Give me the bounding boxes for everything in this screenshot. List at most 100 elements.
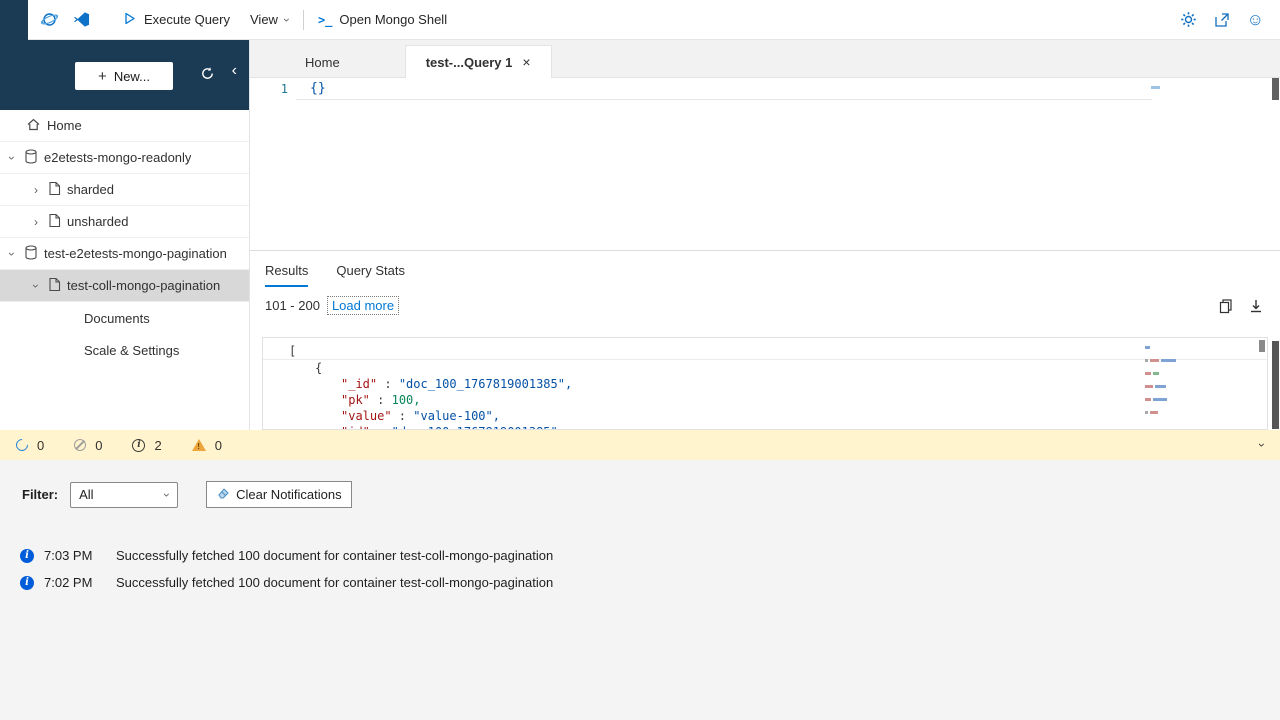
loading-spinner-icon [14, 437, 31, 454]
query-editor[interactable]: 1 {} [250, 78, 1280, 250]
error-status-item[interactable]: 0 [74, 438, 102, 453]
execute-query-button[interactable]: Execute Query [112, 0, 240, 40]
json-line: "pk" : 100, [263, 392, 1267, 408]
json-bracket: [ [289, 344, 296, 358]
json-separator: : [392, 409, 414, 423]
collection-icon [48, 277, 61, 295]
home-icon [26, 117, 41, 135]
editor-query-text[interactable]: {} [310, 81, 326, 96]
notifications-filter-row: Filter: All › Clear Notifications [0, 460, 1280, 508]
sidebar-item-scale-settings[interactable]: Scale & Settings [0, 334, 249, 366]
notification-time: 7:03 PM [44, 548, 110, 563]
collection-icon [48, 181, 61, 199]
chevron-expanded-icon[interactable]: › [5, 248, 19, 260]
sidebar-header: + New... ‹ [0, 40, 249, 110]
view-menu-button[interactable]: View › [240, 0, 299, 40]
info-circle-icon: i [20, 549, 34, 563]
collapse-panel-chevron-icon[interactable]: › [1256, 443, 1268, 447]
sidebar-item-unsharded[interactable]: › unsharded [0, 206, 249, 238]
chevron-down-icon: › [161, 493, 173, 497]
tab-query-stats[interactable]: Query Stats [336, 263, 405, 287]
filter-selected-value: All [79, 487, 93, 502]
info-icon: i [132, 439, 145, 452]
open-mongo-shell-button[interactable]: >_ Open Mongo Shell [308, 0, 457, 40]
results-json-viewer[interactable]: [ { "_id" : "doc_100_1767819001385", "pk… [262, 337, 1268, 430]
info-status-item[interactable]: i 2 [132, 438, 161, 453]
warning-status-item[interactable]: ! 0 [192, 438, 222, 453]
load-more-link[interactable]: Load more [327, 296, 399, 315]
download-icon[interactable] [1248, 298, 1264, 314]
tree-item-label: sharded [67, 182, 114, 197]
document-tab-strip: Home test-...Query 1 × [250, 40, 1280, 78]
sidebar-item-home[interactable]: Home [0, 110, 249, 142]
json-key: "_id" [341, 377, 377, 391]
chevron-collapsed-icon[interactable]: › [30, 183, 42, 197]
results-pane: Results Query Stats 101 - 200 Load more [250, 250, 1280, 430]
results-scrollbar-thumb[interactable] [1259, 340, 1265, 352]
app-corner [0, 0, 28, 40]
editor-minimap-mark [1151, 86, 1160, 89]
vscode-icon[interactable] [73, 11, 90, 28]
tab-home[interactable]: Home [285, 47, 360, 77]
refresh-icon[interactable] [200, 66, 215, 86]
open-in-new-tab-icon[interactable] [1214, 12, 1230, 28]
play-icon [122, 11, 137, 29]
json-key: "value" [341, 409, 392, 423]
new-button[interactable]: + New... [75, 62, 173, 90]
window-scrollbar-thumb[interactable] [1272, 341, 1279, 429]
plus-icon: + [98, 69, 107, 84]
theme-moon-icon[interactable] [1147, 12, 1163, 28]
execute-query-label: Execute Query [144, 12, 230, 27]
warning-triangle-icon: ! [192, 439, 206, 451]
tab-query-active[interactable]: test-...Query 1 × [405, 45, 552, 78]
error-count: 0 [95, 438, 102, 453]
copy-icon[interactable] [1218, 298, 1234, 314]
topbar-right-actions: ☺ [1147, 11, 1280, 28]
new-button-label: New... [114, 69, 150, 84]
sidebar-item-database-pagination[interactable]: › test-e2etests-mongo-pagination [0, 238, 249, 270]
filter-label: Filter: [22, 487, 58, 502]
app-root: Execute Query View › >_ Open Mongo Shell [0, 0, 1280, 720]
chevron-collapsed-icon[interactable]: › [30, 215, 42, 229]
json-key: "pk" [341, 393, 370, 407]
sidebar-item-database-readonly[interactable]: › e2etests-mongo-readonly [0, 142, 249, 174]
tab-results[interactable]: Results [265, 263, 308, 287]
json-value: 100, [392, 393, 421, 407]
info-count: 2 [154, 438, 161, 453]
results-tabs: Results Query Stats [250, 251, 1280, 287]
sidebar-item-test-coll[interactable]: › test-coll-mongo-pagination [0, 270, 249, 302]
sidebar-item-documents[interactable]: Documents [0, 302, 249, 334]
json-value: "doc_100_1767819001385", [399, 377, 572, 391]
database-icon [24, 245, 38, 263]
editor-scrollbar-thumb[interactable] [1272, 78, 1279, 100]
sidebar-item-sharded[interactable]: › sharded [0, 174, 249, 206]
tab-label: test-...Query 1 [426, 55, 513, 70]
clear-notifications-label: Clear Notifications [236, 487, 342, 502]
json-separator: : [377, 377, 399, 391]
feedback-smiley-icon[interactable]: ☺ [1247, 11, 1264, 28]
collapse-sidebar-icon[interactable]: ‹ [232, 62, 237, 80]
resource-tree-sidebar: + New... ‹ Home [0, 40, 250, 430]
json-value: "value-100", [413, 409, 500, 423]
shell-icon: >_ [318, 13, 332, 27]
editor-current-line-rule [296, 99, 1152, 100]
loading-status-item[interactable]: 0 [16, 438, 44, 453]
clear-notifications-button[interactable]: Clear Notifications [206, 481, 352, 508]
chevron-expanded-icon[interactable]: › [29, 280, 43, 292]
view-label: View [250, 12, 278, 27]
filter-dropdown[interactable]: All › [70, 482, 178, 508]
chevron-expanded-icon[interactable]: › [5, 152, 19, 164]
results-minimap[interactable] [1145, 346, 1181, 424]
cosmos-db-logo-icon[interactable] [40, 10, 59, 29]
collection-icon [48, 213, 61, 231]
json-line: "_id" : "doc_100_1767819001385", [263, 376, 1267, 392]
close-tab-icon[interactable]: × [522, 54, 530, 70]
settings-gear-icon[interactable] [1180, 11, 1197, 28]
results-toolbar: 101 - 200 Load more [265, 296, 1264, 315]
chevron-down-icon: › [281, 18, 293, 22]
notification-row: i 7:02 PM Successfully fetched 100 docum… [0, 569, 1280, 596]
notification-message: Successfully fetched 100 document for co… [116, 548, 553, 563]
resource-tree: Home › e2etests-mongo-readonly › [0, 110, 249, 366]
tree-item-label: Documents [84, 311, 150, 326]
database-icon [24, 149, 38, 167]
